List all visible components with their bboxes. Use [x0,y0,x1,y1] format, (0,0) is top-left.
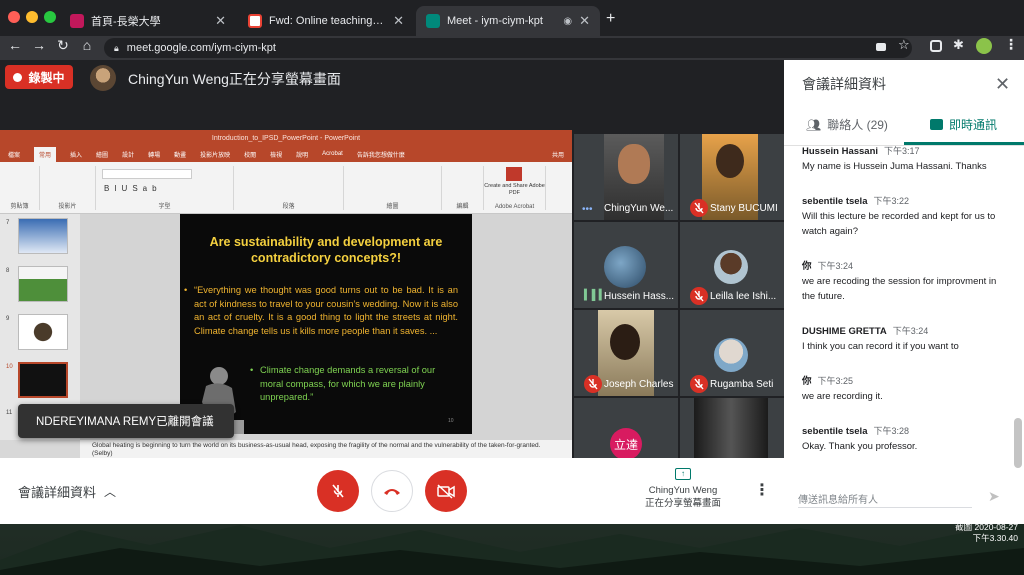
chat-icon [930,119,943,130]
chat-message: 你下午3:24 we are recoding the session for i… [802,261,997,302]
muted-mic-icon [690,199,708,217]
people-icon: 👥︎ [806,117,822,132]
record-dot-icon [13,72,23,82]
recording-badge[interactable]: 錄製中 [5,65,73,89]
gmail-favicon-icon [248,14,262,28]
ppt-title-bar: Introduction_to_IPSD_PowerPoint - PowerP… [0,130,572,146]
presenter-avatar [90,65,116,91]
more-options-icon[interactable]: ⋮ [754,480,770,500]
participant-tile[interactable]: Joseph Charles [574,310,678,396]
present-screen-icon: ↑ [675,468,691,480]
slide-thumbnail[interactable] [18,218,68,254]
close-tab-icon[interactable]: ✕ [215,13,226,29]
back-icon[interactable]: ← [6,37,24,53]
bookmark-star-icon[interactable]: ☆ [898,37,910,53]
ppt-ribbon: 剪貼簿 投影片 BIUSab 字型 段落 繪圖 編輯 Create and Sh… [0,162,572,214]
meet-favicon-icon [426,14,440,28]
close-window-button[interactable] [8,11,20,23]
slide-thumbnail[interactable] [18,266,68,302]
slide-bullet: • “Everything we thought was good turns o… [184,285,458,336]
browser-window: 首頁-長榮大學✕ Fwd: Online teaching test - ch✕… [0,0,1024,524]
mic-toggle-button[interactable] [317,470,359,512]
slide-bullet: • Climate change demands a reversal of ou… [250,365,436,403]
url-text: meet.google.com/iym-ciym-kpt [126,42,276,54]
reload-icon[interactable]: ↻ [54,37,72,54]
speaking-indicator-icon: ▍▌▍ [584,290,607,301]
address-bar[interactable]: 🔒︎ meet.google.com/iym-ciym-kpt [104,38,912,58]
chat-message: sebentile tsela 下午3:28 Okay. Thank you pro… [802,426,918,452]
hang-up-icon [384,489,400,495]
menu-kebab-icon[interactable]: ⋮ [1004,36,1018,53]
participant-left-toast: NDEREYIMANA REMY已離開會議 [18,404,234,438]
chevron-up-icon: ︿ [104,485,117,499]
zoom-window-button[interactable] [44,11,56,23]
panel-title: 會議詳細資料 [802,76,886,92]
camera-off-icon [437,484,455,499]
participant-tile[interactable] [680,398,784,458]
speaker-notes: Global heating is beginning to turn the … [80,440,572,458]
camera-toggle-button[interactable] [425,470,467,512]
profile-avatar[interactable] [976,38,992,54]
tab-people[interactable]: 👥︎ 聯絡人 (29) [806,116,888,133]
mic-off-icon [332,484,344,498]
slide-thumbnail[interactable] [18,314,68,350]
participant-tile[interactable]: ▍▌▍ Hussein Hass... [574,222,678,308]
tab-chat[interactable]: 即時通訊 [930,116,997,133]
school-favicon-icon [70,14,84,28]
new-tab-button[interactable]: + [606,10,615,28]
tab-gmail[interactable]: Fwd: Online teaching test - ch✕ [238,6,414,36]
muted-mic-icon [584,375,602,393]
close-tab-icon[interactable]: ✕ [393,13,404,29]
slide-title: Are sustainability and development are c… [209,235,443,265]
slide-thumbnail-selected[interactable] [18,362,68,398]
chat-scrollbar[interactable] [1014,418,1022,468]
muted-mic-icon [690,375,708,393]
close-tab-icon[interactable]: ✕ [579,13,590,29]
tab-school[interactable]: 首頁-長榮大學 ✕ [60,6,236,36]
send-icon[interactable]: ➤ [988,488,1000,505]
home-icon[interactable]: ⌂ [78,37,96,53]
meeting-details-button[interactable]: 會議詳細資料 ︿ [18,482,116,501]
camera-icon[interactable] [876,43,886,51]
lock-icon: 🔒︎ [114,42,119,53]
present-status-button[interactable]: ↑ ChingYun Weng 正在分享螢幕畫面 [630,468,736,510]
chat-input[interactable]: 傳送訊息給所有人 [798,491,878,506]
participant-tile[interactable]: Stany BUCUMI [680,134,784,220]
ppt-menu: 檔案 常用 插入 繪圖 設計 轉場 動畫 投影片放映 校閱 檢視 說明 Acrobat 告訴我您想做什麼… [0,146,572,162]
participant-tile[interactable]: ••• ChingYun We... [574,134,678,220]
participant-tile[interactable]: 立達 [574,398,678,458]
chat-message: DUSHIME GRETTA 下午3:24 I think you can reco… [802,326,959,352]
close-panel-icon[interactable]: ✕ [995,74,1010,95]
minimize-window-button[interactable] [26,11,38,23]
presenter-text: ChingYun Weng正在分享螢幕畫面 [128,71,341,87]
puzzle-icon[interactable]: ✱ [953,37,964,53]
speaking-indicator-icon: ••• [582,204,593,215]
forward-icon[interactable]: → [30,37,48,53]
chat-message: 你下午3:25 we are recording it. [802,376,883,402]
recording-indicator-icon: ◉ [563,15,573,27]
chat-message: Hussein Hassani 下午3:17 My name is Hussein … [802,146,987,172]
muted-mic-icon [690,287,708,305]
current-slide: Are sustainability and development are c… [180,214,472,434]
screenshot-timestamp: 截圖 2020-08-27 下午3.30.40 [955,522,1018,543]
tab-meet[interactable]: Meet - iym-ciym-kpt ◉ ✕ [416,6,600,36]
leave-call-button[interactable] [371,470,413,512]
extension-icon[interactable] [930,40,942,52]
participant-tile[interactable]: Rugamba Seti [680,310,784,396]
chat-message: sebentile tsela 下午3:22 Will this lecture b… [802,196,996,237]
participant-tile[interactable]: Leilla lee Ishi... [680,222,784,308]
